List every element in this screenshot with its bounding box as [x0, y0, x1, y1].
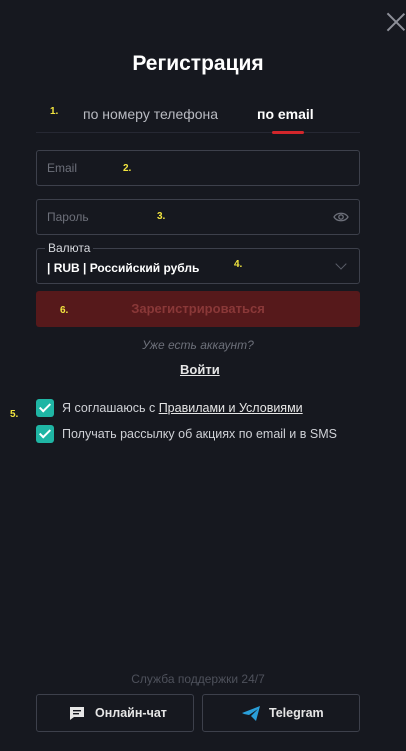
password-placeholder: Пароль — [47, 210, 89, 224]
newsletter-checkbox[interactable] — [36, 425, 54, 443]
annotation-marker-3: 3. — [157, 211, 166, 222]
tab-email[interactable]: по email — [257, 106, 314, 122]
email-field[interactable]: Email — [36, 150, 360, 186]
terms-text: Я соглашаюсь с — [62, 401, 159, 415]
email-placeholder: Email — [47, 161, 78, 175]
currency-legend: Валюта — [45, 241, 94, 255]
telegram-button[interactable]: Telegram — [202, 694, 360, 732]
terms-label: Я соглашаюсь с Правилами и Условиями — [62, 401, 303, 415]
online-chat-label: Онлайн-чат — [95, 706, 167, 720]
currency-value: | RUB | Российский рубль — [47, 261, 200, 275]
terms-checkbox[interactable] — [36, 399, 54, 417]
currency-select[interactable]: Валюта | RUB | Российский рубль — [36, 241, 360, 284]
chevron-down-icon — [335, 258, 347, 270]
close-icon[interactable] — [386, 12, 406, 32]
tab-phone[interactable]: по номеру телефона — [83, 106, 218, 122]
online-chat-button[interactable]: Онлайн-чат — [36, 694, 194, 732]
have-account-text: Уже есть аккаунт? — [142, 338, 254, 352]
annotation-marker-6: 6. — [60, 305, 69, 316]
newsletter-label: Получать рассылку об акциях по email и в… — [62, 427, 337, 441]
telegram-label: Telegram — [269, 706, 324, 720]
dialog-title: Регистрация — [132, 52, 264, 75]
password-field[interactable]: Пароль — [36, 199, 360, 235]
annotation-marker-5: 5. — [10, 409, 19, 420]
annotation-marker-1: 1. — [50, 106, 59, 117]
chat-icon — [70, 707, 84, 720]
register-button[interactable]: Зарегистрироваться — [36, 291, 360, 327]
telegram-icon — [242, 706, 260, 721]
support-title: Служба поддержки 24/7 — [131, 672, 265, 686]
annotation-marker-2: 2. — [123, 163, 132, 174]
active-tab-indicator — [272, 131, 304, 134]
terms-link[interactable]: Правилами и Условиями — [159, 401, 303, 415]
annotation-marker-4: 4. — [234, 259, 243, 270]
eye-icon[interactable] — [333, 211, 349, 223]
login-link[interactable]: Войти — [180, 362, 220, 377]
registration-tabs: по номеру телефона по email — [36, 100, 360, 134]
